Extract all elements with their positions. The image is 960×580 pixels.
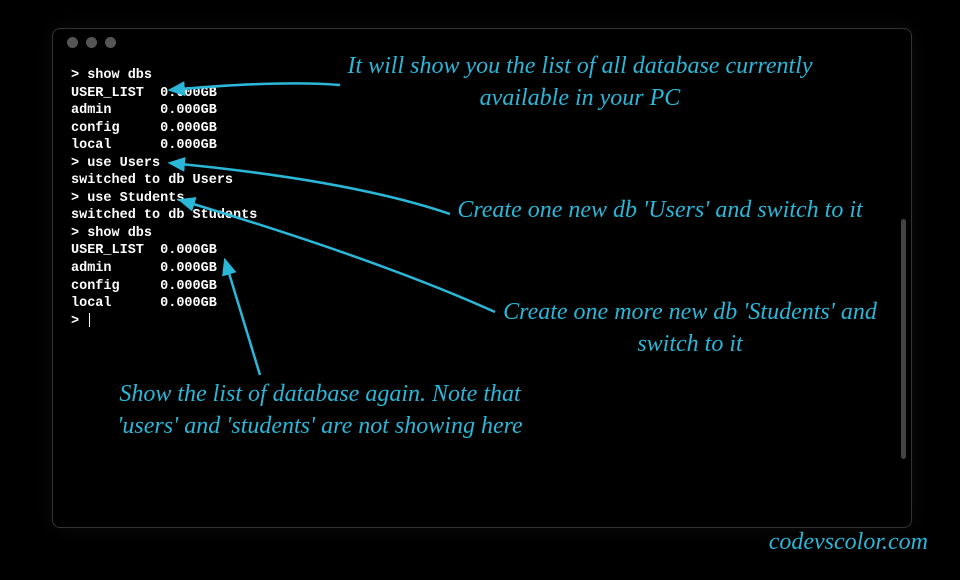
terminal-line: > show dbs [71, 225, 893, 243]
terminal-line: switched to db Users [71, 172, 893, 190]
maximize-icon[interactable] [105, 37, 116, 48]
annotation-use-students: Create one more new db 'Students' and sw… [490, 296, 890, 361]
watermark: codevscolor.com [769, 529, 928, 556]
scrollbar[interactable] [901, 219, 906, 459]
prompt-text: > [71, 314, 87, 329]
annotation-show-dbs-again: Show the list of database again. Note th… [105, 378, 535, 443]
terminal-line: config 0.000GB [71, 120, 893, 138]
terminal-line: config 0.000GB [71, 278, 893, 296]
cursor-icon [89, 313, 90, 327]
terminal-line: > use Users [71, 155, 893, 173]
terminal-line: admin 0.000GB [71, 260, 893, 278]
terminal-line: USER_LIST 0.000GB [71, 242, 893, 260]
annotation-use-users: Create one new db 'Users' and switch to … [440, 194, 880, 226]
minimize-icon[interactable] [86, 37, 97, 48]
annotation-show-dbs: It will show you the list of all databas… [340, 50, 820, 115]
terminal-line: local 0.000GB [71, 137, 893, 155]
close-icon[interactable] [67, 37, 78, 48]
